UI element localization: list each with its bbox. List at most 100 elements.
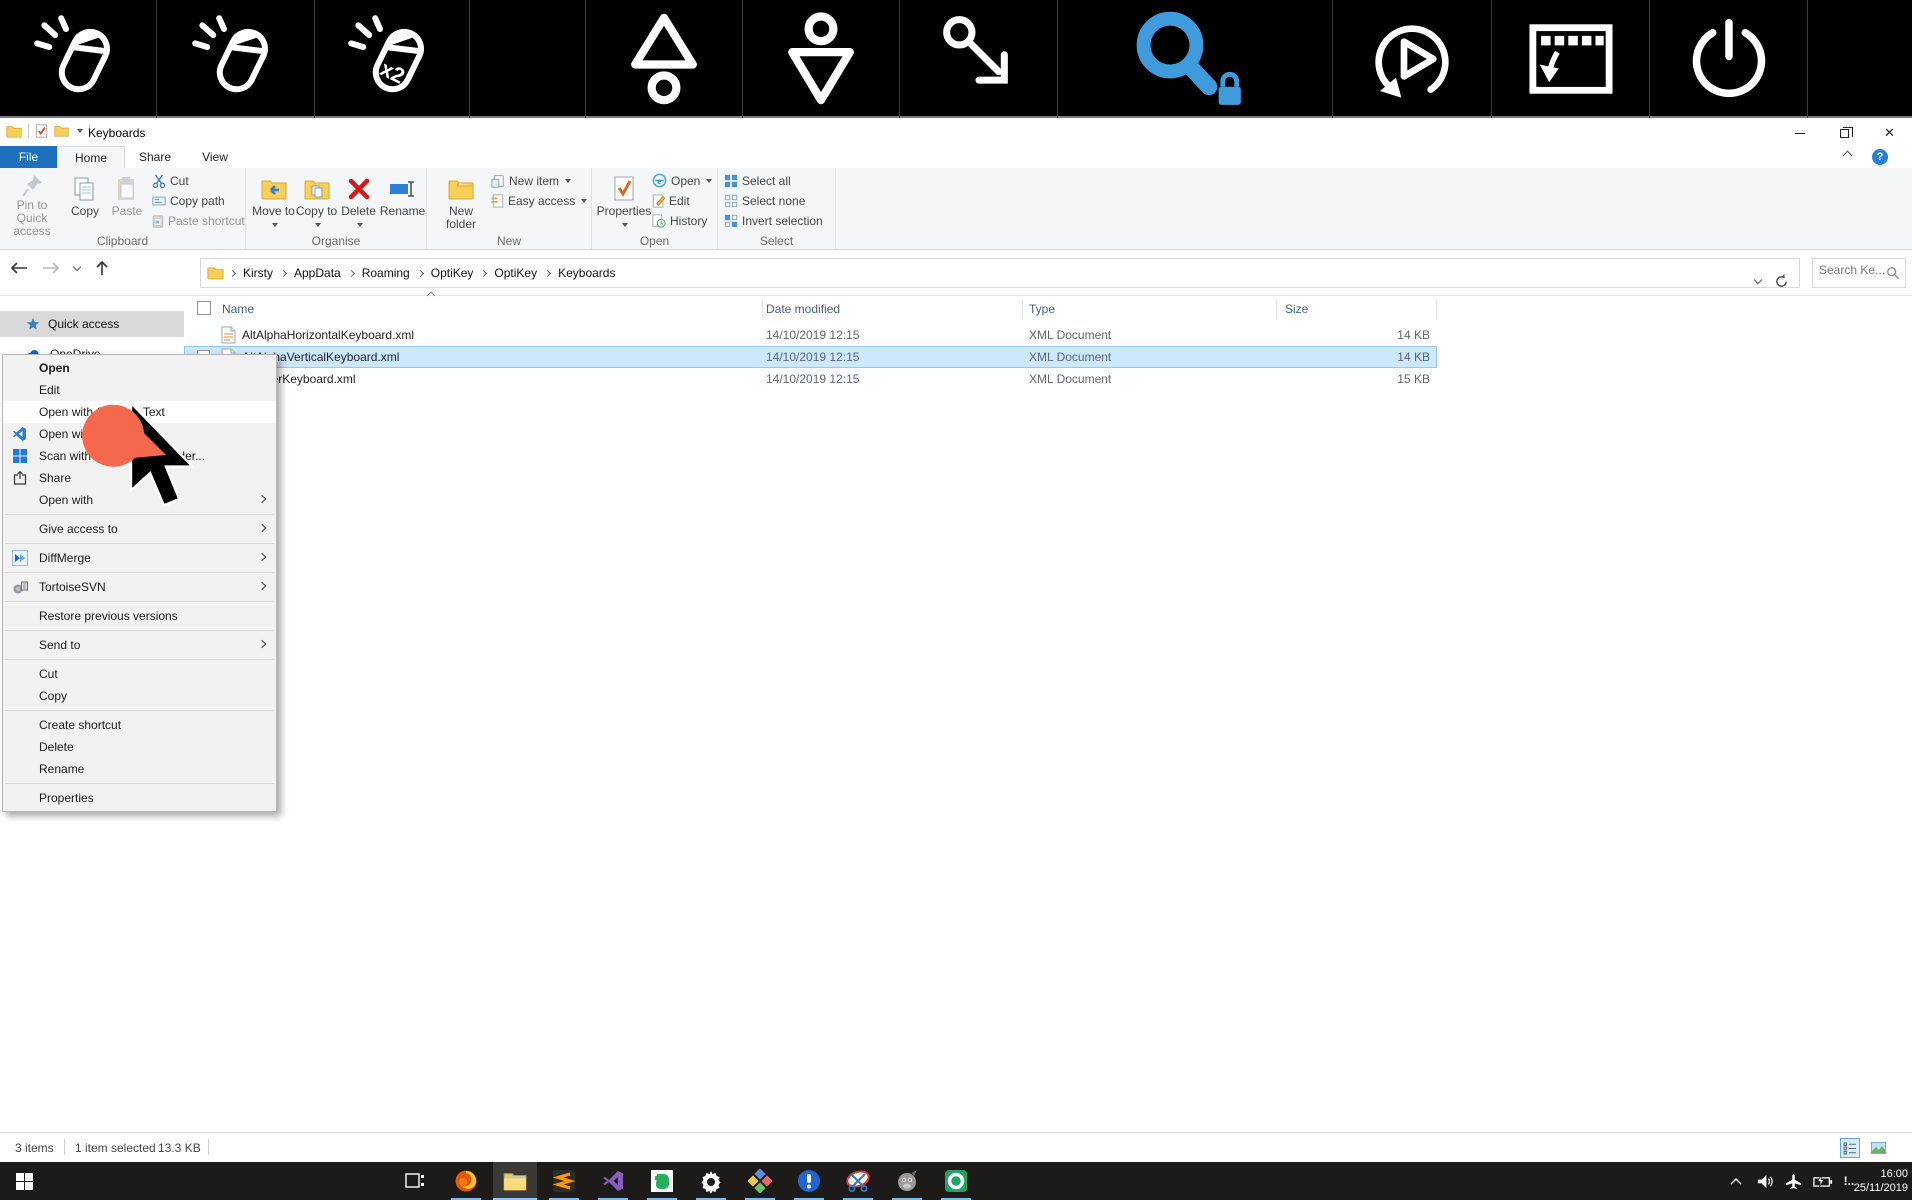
back-button[interactable] [10,261,28,275]
select-all-checkbox[interactable] [197,301,211,315]
taskbar-snip-app[interactable] [836,1162,880,1200]
search-input[interactable] [1819,263,1885,277]
properties-button[interactable]: Properties [596,170,652,232]
menu-item-restore-previous-versions[interactable]: Restore previous versions [3,605,276,627]
copy-to-button[interactable]: Copy to [295,170,338,232]
rename-button[interactable]: Rename [379,170,426,232]
tray-battery-button[interactable] [1810,1162,1836,1200]
menu-item-edit[interactable]: Edit [3,379,276,401]
tray-chevron-button[interactable] [1725,1162,1747,1200]
column-header-name[interactable]: Name [222,302,254,316]
mouse-double-click-key[interactable]: x2 [315,0,470,118]
column-divider[interactable] [1022,300,1023,319]
menu-item-open-with-code[interactable]: Open with Code [3,423,276,445]
taskbar-sublime-text[interactable] [542,1162,586,1200]
address-dropdown-button[interactable] [1754,276,1762,284]
repeat-key[interactable] [1333,0,1492,118]
delete-button[interactable]: Delete [338,170,379,232]
qat-customize-caret[interactable] [77,129,83,133]
drag-key[interactable] [900,0,1058,118]
taskbar-settings[interactable] [689,1162,733,1200]
move-to-button[interactable]: Move to [252,170,295,232]
menu-item-give-access-to[interactable]: Give access to [3,518,276,540]
history-button[interactable]: History [652,212,712,229]
taskbar-diamond-app[interactable] [738,1162,782,1200]
collapse-ribbon-button[interactable] [1844,152,1856,160]
magnify-key[interactable] [1058,0,1333,118]
taskbar-screentogif[interactable] [934,1162,978,1200]
open-button[interactable]: e Open [652,172,712,189]
file-row[interactable]: AltAlphaHorizontalKeyboard.xml 14/10/201… [184,324,1437,346]
breadcrumb-item[interactable]: AppData [288,266,347,280]
breadcrumb-item[interactable]: OptiKey [425,266,480,280]
menu-item-open-with-sublime-text[interactable]: Open with Sublime Text [3,401,276,423]
task-view-button[interactable] [393,1162,437,1200]
thumbnail-view-button[interactable] [1868,1138,1888,1158]
minimise-keyboard-key[interactable] [1492,0,1650,118]
breadcrumb-item[interactable]: Roaming [356,266,416,280]
menu-item-rename[interactable]: Rename [3,758,276,780]
invert-selection-button[interactable]: Invert selection [724,212,823,229]
new-folder-button[interactable]: New folder [435,170,487,232]
menu-item-send-to[interactable]: Send to [3,634,276,656]
select-all-button[interactable]: Select all [724,172,823,189]
paste-button[interactable]: Paste [106,170,148,232]
menu-item-delete[interactable]: Delete [3,736,276,758]
mouse-left-click-key[interactable] [0,0,157,118]
edit-button[interactable]: Edit [652,192,712,209]
taskbar-pin-app[interactable] [787,1162,831,1200]
cut-button[interactable]: Cut [152,172,245,189]
taskbar-gimp[interactable] [885,1162,929,1200]
scroll-down-key[interactable] [743,0,900,118]
file-row[interactable]: TrackerKeyboard.xml 14/10/2019 12:15 XML… [184,368,1437,390]
column-divider[interactable] [1436,300,1437,319]
tray-volume-button[interactable] [1752,1162,1776,1200]
start-button[interactable] [0,1162,48,1200]
column-divider[interactable] [1276,300,1277,319]
tab-home[interactable]: Home [57,146,125,168]
breadcrumb-item[interactable]: Keyboards [552,266,621,280]
menu-item-scan-with-windows-defender[interactable]: Scan with Windows Defender... [3,445,276,467]
taskbar-evernote[interactable] [640,1162,684,1200]
tab-view[interactable]: View [185,146,245,168]
menu-item-copy[interactable]: Copy [3,685,276,707]
details-view-button[interactable] [1840,1138,1860,1158]
file-row-selected[interactable]: AltAlphaVerticalKeyboard.xml 14/10/2019 … [184,346,1437,368]
breadcrumb-item[interactable]: OptiKey [488,266,543,280]
select-none-button[interactable]: Select none [724,192,823,209]
breadcrumb-item[interactable]: Kirsty [237,266,279,280]
tray-airplane-mode-button[interactable] [1781,1162,1805,1200]
forward-button[interactable] [42,261,60,275]
taskbar-visual-studio[interactable] [591,1162,635,1200]
menu-item-diffmerge[interactable]: DiffMerge [3,547,276,569]
taskbar-firefox[interactable] [444,1162,488,1200]
column-header-date[interactable]: Date modified [766,302,840,316]
up-button[interactable] [94,260,110,276]
taskbar-clock[interactable]: 16:00 25/11/2019 [1854,1167,1908,1195]
tab-share[interactable]: Share [125,146,185,168]
pin-to-quick-access-button[interactable]: Pin to Quick access [0,170,64,232]
quit-key[interactable] [1650,0,1808,118]
minimize-button[interactable] [1777,120,1822,146]
menu-item-open[interactable]: Open [3,357,276,379]
paste-shortcut-button[interactable]: Paste shortcut [152,212,245,229]
refresh-button[interactable] [1774,274,1789,289]
search-icon[interactable] [1886,266,1900,280]
new-item-button[interactable]: New item [491,172,587,189]
menu-item-create-shortcut[interactable]: Create shortcut [3,714,276,736]
column-header-size[interactable]: Size [1285,302,1308,316]
menu-item-properties[interactable]: Properties [3,787,276,809]
menu-item-share[interactable]: Share [3,467,276,489]
taskbar-file-explorer[interactable] [493,1162,537,1200]
scroll-up-key[interactable] [586,0,743,118]
tab-file[interactable]: File [0,146,57,168]
column-header-type[interactable]: Type [1029,302,1055,316]
mouse-right-click-key[interactable] [157,0,315,118]
copy-path-button[interactable]: Copy path [152,192,245,209]
qat-properties-icon[interactable] [35,124,48,138]
easy-access-button[interactable]: Easy access [491,192,587,209]
menu-item-tortoisesvn[interactable]: TortoiseSVN [3,576,276,598]
column-divider[interactable] [762,300,763,319]
qat-new-folder-icon[interactable] [54,125,69,137]
menu-item-cut[interactable]: Cut [3,663,276,685]
